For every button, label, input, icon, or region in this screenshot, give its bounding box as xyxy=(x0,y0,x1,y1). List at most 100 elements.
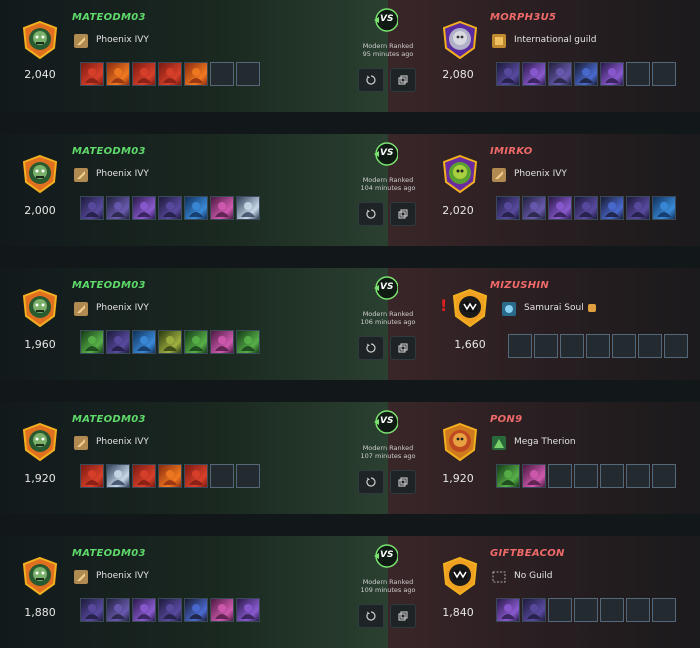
card-purple-summoner[interactable] xyxy=(496,598,520,622)
details-button[interactable] xyxy=(390,470,416,494)
card-pink-mage[interactable] xyxy=(210,196,234,220)
player-name-left[interactable]: MATEODM03 xyxy=(72,414,146,425)
player-avatar-left[interactable] xyxy=(20,288,60,328)
card-shadow-knight[interactable] xyxy=(522,196,546,220)
guild-right[interactable]: Mega Therion xyxy=(492,434,576,450)
card-red-archer[interactable] xyxy=(158,62,182,86)
player-name-right[interactable]: MORPH3U5 xyxy=(490,12,556,23)
card-dark-summoner[interactable] xyxy=(80,598,104,622)
match-separator xyxy=(0,514,700,536)
card-purple-mage[interactable] xyxy=(132,598,156,622)
card-red-mage[interactable] xyxy=(132,62,156,86)
player-avatar-left[interactable] xyxy=(20,154,60,194)
card-white-ghost[interactable] xyxy=(236,196,260,220)
card-purple-mage[interactable] xyxy=(132,196,156,220)
card-blue-mage[interactable] xyxy=(132,330,156,354)
card-fire-dragon[interactable] xyxy=(184,62,208,86)
card-purple-wyrm[interactable] xyxy=(236,598,260,622)
card-blue-ghost[interactable] xyxy=(652,196,676,220)
details-button[interactable] xyxy=(390,604,416,628)
card-dark-witch[interactable] xyxy=(158,598,182,622)
player-name-left[interactable]: MATEODM03 xyxy=(72,280,146,291)
card-earth-golem[interactable] xyxy=(158,330,182,354)
player-name-right[interactable]: MIZUSHIN xyxy=(490,280,549,291)
card-red-monster[interactable] xyxy=(80,464,104,488)
card-dark-bat[interactable] xyxy=(574,196,598,220)
player-avatar-left[interactable] xyxy=(20,20,60,60)
guild-left[interactable]: Phoenix IVY xyxy=(74,434,149,450)
player-avatar-right[interactable] xyxy=(450,288,490,328)
card-purple-mage[interactable] xyxy=(548,196,572,220)
empty-card-slot xyxy=(626,62,650,86)
card-void-mage[interactable] xyxy=(574,62,598,86)
player-avatar-left[interactable] xyxy=(20,422,60,462)
card-fire-dragon[interactable] xyxy=(158,464,182,488)
player-avatar-left[interactable] xyxy=(20,556,60,596)
details-button[interactable] xyxy=(390,336,416,360)
player-name-left[interactable]: MATEODM03 xyxy=(72,548,146,559)
details-button[interactable] xyxy=(390,202,416,226)
guild-left[interactable]: Phoenix IVY xyxy=(74,300,149,316)
guild-right[interactable]: Samurai Soul xyxy=(502,300,596,316)
empty-card-slot xyxy=(626,464,650,488)
guild-left[interactable]: Phoenix IVY xyxy=(74,568,149,584)
card-purple-wyrm[interactable] xyxy=(600,62,624,86)
guild-name-right: Phoenix IVY xyxy=(514,169,567,179)
card-fire-warrior[interactable] xyxy=(106,62,130,86)
player-name-right[interactable]: IMIRKO xyxy=(490,146,533,157)
guild-name-left: Phoenix IVY xyxy=(96,303,149,313)
card-shadow-beast[interactable] xyxy=(106,598,130,622)
no-guild-icon xyxy=(492,569,506,583)
card-shadow-knight[interactable] xyxy=(106,196,130,220)
player-avatar-right[interactable] xyxy=(440,20,480,60)
card-green-summoner[interactable] xyxy=(80,330,104,354)
replay-button[interactable] xyxy=(358,604,384,628)
card-blue-archer[interactable] xyxy=(184,196,208,220)
card-red-mage[interactable] xyxy=(132,464,156,488)
card-pink-monster[interactable] xyxy=(522,464,546,488)
guild-left[interactable]: Phoenix IVY xyxy=(74,166,149,182)
card-white-yeti[interactable] xyxy=(106,464,130,488)
card-green-dragon[interactable] xyxy=(184,330,208,354)
card-red-archer[interactable] xyxy=(184,464,208,488)
card-dark-summoner[interactable] xyxy=(496,196,520,220)
replay-button[interactable] xyxy=(358,336,384,360)
card-dark-knight[interactable] xyxy=(496,62,520,86)
player-name-left[interactable]: MATEODM03 xyxy=(72,12,146,23)
details-button[interactable] xyxy=(390,68,416,92)
replay-button[interactable] xyxy=(358,68,384,92)
player-rating-left: 1,880 xyxy=(24,606,56,619)
card-dark-witch[interactable] xyxy=(158,196,182,220)
card-shadow-beast[interactable] xyxy=(548,62,572,86)
guild-right[interactable]: International guild xyxy=(492,32,596,48)
match-time: 95 minutes ago xyxy=(362,50,414,58)
player-avatar-right[interactable] xyxy=(440,422,480,462)
player-name-right[interactable]: GIFTBEACON xyxy=(490,548,565,559)
card-dark-witch[interactable] xyxy=(106,330,130,354)
card-dark-witch[interactable] xyxy=(626,196,650,220)
card-green-archer[interactable] xyxy=(236,330,260,354)
player-name-left[interactable]: MATEODM03 xyxy=(72,146,146,157)
empty-card-slot xyxy=(612,334,636,358)
empty-card-slot xyxy=(210,464,234,488)
card-void-beast[interactable] xyxy=(600,196,624,220)
guild-left[interactable]: Phoenix IVY xyxy=(74,32,149,48)
card-pink-mage[interactable] xyxy=(210,598,234,622)
guild-name-right: Samurai Soul xyxy=(524,303,584,313)
card-dark-summoner[interactable] xyxy=(80,196,104,220)
card-purple-summoner[interactable] xyxy=(522,62,546,86)
empty-card-slot xyxy=(548,464,572,488)
player-avatar-right[interactable] xyxy=(440,556,480,596)
card-pink-mage[interactable] xyxy=(210,330,234,354)
replay-button[interactable] xyxy=(358,202,384,226)
card-dark-golem[interactable] xyxy=(522,598,546,622)
guild-right[interactable]: No Guild xyxy=(492,568,553,584)
card-green-archer[interactable] xyxy=(496,464,520,488)
guild-right[interactable]: Phoenix IVY xyxy=(492,166,567,182)
player-name-right[interactable]: PON9 xyxy=(490,414,522,425)
replay-button[interactable] xyxy=(358,470,384,494)
card-void-knight[interactable] xyxy=(184,598,208,622)
card-red-monster[interactable] xyxy=(80,62,104,86)
guild-name-left: Phoenix IVY xyxy=(96,169,149,179)
player-avatar-right[interactable] xyxy=(440,154,480,194)
